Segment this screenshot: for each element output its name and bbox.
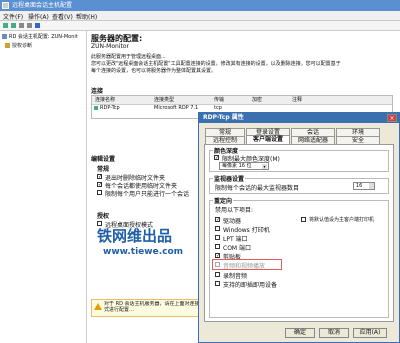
redirect-checkbox-lpt[interactable] xyxy=(215,235,220,240)
cell-name: RDP-Tcp xyxy=(100,105,120,111)
color-depth-select[interactable]: 每像素 16 位 ▾ xyxy=(219,162,269,170)
tab-remote-control[interactable]: 远程控制 xyxy=(205,136,245,144)
tab-network-adapter[interactable]: 网络适配器 xyxy=(291,136,335,144)
menu-action[interactable]: 操作(A) xyxy=(28,12,49,21)
desc-line-1: 此服务器配置用于管理远程桌面... xyxy=(91,54,166,60)
menu-help[interactable]: 帮助(H) xyxy=(76,12,97,21)
col-transport[interactable]: 传输 xyxy=(214,96,224,103)
connections-label: 连接 xyxy=(91,88,104,95)
watermark-line-2: www.tiewe.com xyxy=(103,247,184,257)
tab-security[interactable]: 安全 xyxy=(336,136,380,144)
redirect-title: 重定向 xyxy=(213,196,234,205)
back-icon[interactable] xyxy=(3,23,8,28)
table-header: 连接名称 连接类型 传输 加密 注释 xyxy=(92,96,392,105)
redirect-checkbox-drives[interactable]: ✓ xyxy=(215,217,220,223)
table-row[interactable]: RDP-Tcp Microsoft RDP 7.1 tcp xyxy=(92,105,392,112)
connection-icon xyxy=(94,106,98,110)
tree-pane: RD 会话主机配置: ZUN-Monit 授权诊断 xyxy=(0,31,87,343)
redirect-item-drives: 驱动器 xyxy=(223,218,242,225)
general-checkbox-1[interactable]: ✓ xyxy=(97,174,102,180)
redirect-item-audio-record: 录制音频 xyxy=(223,273,248,280)
refresh-icon[interactable] xyxy=(27,23,32,28)
redirect-checkbox-com[interactable] xyxy=(215,244,220,249)
redirect-checkbox-pnp[interactable] xyxy=(215,281,220,286)
window-titlebar: 远程桌面会话主机配置 xyxy=(0,0,400,11)
col-type[interactable]: 连接类型 xyxy=(154,96,174,103)
dialog-titlebar: RDP-Tcp 属性 × xyxy=(199,113,399,123)
tab-environment[interactable]: 环境 xyxy=(336,128,380,136)
tab-general[interactable]: 常规 xyxy=(205,128,245,136)
monitor-value: 16 xyxy=(356,183,363,189)
diagnostic-icon xyxy=(5,43,10,48)
monitor-spinner[interactable]: 16 xyxy=(353,182,375,190)
watermark-line-1: 铁网维出品 xyxy=(97,227,173,245)
redirect-checkbox-audio-record[interactable] xyxy=(215,272,220,277)
watermark: 铁网维出品 www.tiewe.com xyxy=(95,225,215,265)
apply-button[interactable]: 应用(A) xyxy=(353,328,387,338)
cancel-button[interactable]: 取消 xyxy=(319,328,349,338)
redirect-checkbox-audio-video[interactable] xyxy=(215,262,220,267)
warning-icon xyxy=(94,303,102,310)
properties-dialog: RDP-Tcp 属性 × 常规 登录设置 会话 环境 远程控制 客户端设置 网络… xyxy=(198,112,400,343)
redirect-item-lpt: LPT 端口 xyxy=(223,236,248,243)
general-checkbox-2[interactable]: ✓ xyxy=(97,182,102,188)
tree-root[interactable]: RD 会话主机配置: ZUN-Monit xyxy=(9,33,78,40)
general-item-3: 限制每个用户只能进行一个会话 xyxy=(105,191,190,198)
chevron-down-icon: ▾ xyxy=(262,164,267,169)
redirect-item-audio-video: 音频和视频播放 xyxy=(223,263,266,270)
dialog-close-button[interactable]: × xyxy=(387,114,397,122)
spinner-arrows-icon[interactable] xyxy=(369,183,374,189)
redirect-sub: 禁用以下项目: xyxy=(215,207,254,214)
menu-bar: 文件(F) 操作(A) 查看(V) 帮助(H) xyxy=(0,11,400,21)
toolbar xyxy=(0,21,400,31)
tab-sessions[interactable]: 会话 xyxy=(291,128,335,136)
general-label: 常规 xyxy=(97,166,110,173)
col-name[interactable]: 连接名称 xyxy=(95,96,115,103)
licensing-label: 授权 xyxy=(97,213,110,220)
up-icon[interactable] xyxy=(19,23,24,28)
tab-panel: 颜色深度 ✓ 限制最大颜色深度(M) 每像素 16 位 ▾ 监视器设置 限制每个… xyxy=(204,144,394,322)
monitor-title: 监视器设置 xyxy=(213,174,246,183)
redirect-checkbox-printer[interactable] xyxy=(215,226,220,231)
server-icon xyxy=(2,34,7,39)
desc-line-2: 您可以更改"远程桌面会话主机配置"工具配置连接的设置，修改其有连接的设置，以及删… xyxy=(91,61,341,67)
monitor-label: 限制每个会话的最大监视器数目 xyxy=(215,185,300,192)
menu-view[interactable]: 查看(V) xyxy=(52,12,73,21)
general-checkbox-3[interactable] xyxy=(97,190,102,195)
warning-bar: 对于 RD 会话主机服务器，请在上面对连接方式进行配置… xyxy=(91,299,213,317)
color-depth-value: 每像素 16 位 xyxy=(222,163,252,169)
tree-child[interactable]: 授权诊断 xyxy=(12,42,32,49)
col-encryption[interactable]: 加密 xyxy=(252,96,262,103)
menu-file[interactable]: 文件(F) xyxy=(3,12,23,21)
window-title: 远程桌面会话主机配置 xyxy=(12,2,73,9)
forward-icon[interactable] xyxy=(11,23,16,28)
ok-button[interactable]: 确定 xyxy=(285,328,315,338)
color-depth-checkbox[interactable]: ✓ xyxy=(214,155,219,161)
cell-transport: tcp xyxy=(214,105,222,111)
help-icon[interactable] xyxy=(35,23,40,28)
redirect-item-default-printer: 将默认值设为主客户端打印机 xyxy=(309,217,375,223)
cell-type: Microsoft RDP 7.1 xyxy=(154,105,199,111)
redirect-item-pnp: 支持的即插即用设备 xyxy=(223,282,278,289)
tab-client-settings[interactable]: 客户端设置 xyxy=(246,135,290,144)
warning-text: 对于 RD 会话主机服务器，请在上面对连接方式进行配置… xyxy=(104,301,205,313)
app-icon xyxy=(2,2,9,9)
dialog-title: RDP-Tcp 属性 xyxy=(203,114,244,121)
server-name: ZUN-Monitor xyxy=(91,43,129,50)
edit-settings-label: 编辑设置 xyxy=(91,156,116,163)
redirect-checkbox-default-printer[interactable] xyxy=(301,217,306,222)
desc-line-3: 每个连接的设置，也可以将服务器作为整体配置其设置。 xyxy=(91,68,217,74)
col-comment[interactable]: 注释 xyxy=(292,96,302,103)
redirect-item-com: COM 端口 xyxy=(223,245,251,252)
redirect-item-printer: Windows 打印机 xyxy=(223,227,270,234)
redirect-checkbox-clipboard[interactable]: ✓ xyxy=(215,253,220,259)
